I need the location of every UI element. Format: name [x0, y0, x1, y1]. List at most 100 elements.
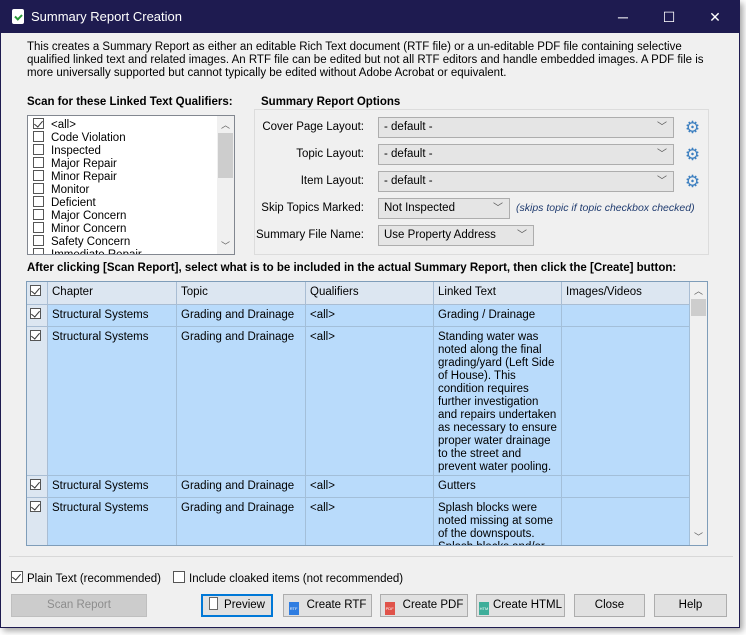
- chevron-down-icon: ﹀: [657, 122, 667, 133]
- checkbox-icon: [33, 170, 44, 181]
- qualifier-item[interactable]: Immediate Repair: [33, 248, 142, 255]
- cover-layout-value: - default -: [384, 121, 433, 133]
- checkbox-icon: [33, 209, 44, 220]
- column-header[interactable]: Chapter: [48, 282, 177, 305]
- qualifier-label: Minor Repair: [51, 171, 117, 183]
- qualifier-item[interactable]: Major Repair: [33, 157, 117, 170]
- row-checkbox[interactable]: [27, 498, 48, 545]
- html-file-icon: HTM: [478, 602, 489, 615]
- preview-button[interactable]: Preview: [201, 594, 273, 617]
- checkbox-icon: [30, 501, 41, 512]
- checkbox-icon: [33, 235, 44, 246]
- create-pdf-button[interactable]: PDF Create PDF: [380, 594, 468, 617]
- column-header[interactable]: Qualifiers: [306, 282, 434, 305]
- footer-separator: [9, 556, 733, 557]
- qualifier-label: Deficient: [51, 197, 96, 209]
- scroll-down-icon[interactable]: ﹀: [217, 239, 234, 252]
- qualifier-item[interactable]: Minor Repair: [33, 170, 117, 183]
- checkbox-icon: [30, 479, 41, 490]
- table-scrollbar[interactable]: ︿ ﹀: [690, 282, 707, 545]
- qualifier-item[interactable]: Minor Concern: [33, 222, 126, 235]
- table-cell-images: [562, 327, 690, 476]
- create-rtf-label: Create RTF: [306, 599, 367, 611]
- plain-text-label: Plain Text (recommended): [27, 573, 162, 585]
- qualifier-item[interactable]: Safety Concern: [33, 235, 130, 248]
- table-cell-chapter: Structural Systems: [48, 476, 177, 498]
- scroll-down-icon[interactable]: ﹀: [690, 530, 707, 543]
- qualifier-label: Safety Concern: [51, 236, 131, 248]
- window-title: Summary Report Creation: [31, 9, 182, 24]
- scroll-up-icon[interactable]: ︿: [217, 118, 234, 131]
- preview-icon: [209, 597, 219, 610]
- qualifier-label: Immediate Repair: [51, 249, 142, 255]
- table-cell-topic: Grading and Drainage: [177, 327, 306, 476]
- table-cell-images: [562, 305, 690, 327]
- qualifier-item[interactable]: Major Concern: [33, 209, 126, 222]
- table-cell-topic: Grading and Drainage: [177, 498, 306, 545]
- item-layout-select[interactable]: - default - ﹀: [378, 171, 674, 192]
- title-bar[interactable]: Summary Report Creation ─ ☐ ✕: [1, 1, 739, 33]
- table-cell-chapter: Structural Systems: [48, 327, 177, 476]
- close-window-button[interactable]: ✕: [692, 1, 738, 33]
- qualifiers-list[interactable]: Immediate Repair Safety Concern Minor Conc…: [27, 115, 235, 255]
- chevron-down-icon: ﹀: [517, 230, 527, 241]
- cover-layout-label: Cover Page Layout:: [262, 121, 364, 133]
- table-cell-chapter: Structural Systems: [48, 498, 177, 545]
- item-gear-icon[interactable]: ⚙: [684, 173, 701, 190]
- qualifier-item[interactable]: <all>: [33, 118, 76, 131]
- qualifier-item[interactable]: Code Violation: [33, 131, 126, 144]
- topic-gear-icon[interactable]: ⚙: [684, 146, 701, 163]
- column-header[interactable]: Topic: [177, 282, 306, 305]
- plain-text-checkbox[interactable]: Plain Text (recommended): [11, 571, 161, 585]
- checkbox-icon: [30, 308, 41, 319]
- table-cell-text: Gutters: [434, 476, 562, 498]
- close-button[interactable]: Close: [574, 594, 645, 617]
- checkbox-icon: [33, 222, 44, 233]
- qualifiers-scrollbar[interactable]: ︿ ﹀: [217, 116, 234, 254]
- row-checkbox[interactable]: [27, 476, 48, 498]
- qualifier-label: Monitor: [51, 184, 90, 196]
- row-checkbox[interactable]: [27, 327, 48, 476]
- minimize-button[interactable]: ─: [600, 1, 646, 33]
- results-table: Splash blocks were noted missing at some…: [26, 281, 708, 546]
- scan-report-button[interactable]: Scan Report: [11, 594, 147, 617]
- scroll-thumb[interactable]: [691, 299, 706, 316]
- select-all-checkbox[interactable]: [27, 282, 48, 305]
- column-header[interactable]: Images/Videos: [562, 282, 690, 305]
- qualifier-label: Inspected: [51, 145, 101, 157]
- qualifier-item[interactable]: Monitor: [33, 183, 89, 196]
- cloaked-items-label: Include cloaked items (not recommended): [189, 573, 404, 585]
- help-button[interactable]: Help: [654, 594, 727, 617]
- qualifier-item[interactable]: Inspected: [33, 144, 101, 157]
- description-text: This creates a Summary Report as either …: [27, 41, 704, 79]
- rtf-file-icon: RTF: [288, 602, 299, 615]
- skip-topics-value: Not Inspected: [384, 202, 455, 214]
- summary-filename-select[interactable]: Use Property Address ﹀: [378, 225, 534, 246]
- scroll-thumb[interactable]: [218, 133, 233, 178]
- cover-layout-select[interactable]: - default - ﹀: [378, 117, 674, 138]
- qualifier-label: Major Concern: [51, 210, 127, 222]
- table-cell-qualifiers: <all>: [306, 305, 434, 327]
- maximize-button[interactable]: ☐: [646, 1, 692, 33]
- checkbox-icon: [33, 196, 44, 207]
- item-layout-value: - default -: [384, 175, 433, 187]
- create-html-button[interactable]: HTM Create HTML: [476, 594, 565, 617]
- checkbox-icon: [33, 118, 44, 129]
- cloaked-items-checkbox[interactable]: Include cloaked items (not recommended): [173, 571, 403, 585]
- chevron-down-icon: ﹀: [657, 176, 667, 187]
- skip-topics-hint: (skips topic if topic checkbox checked): [516, 202, 695, 214]
- topic-layout-label: Topic Layout:: [296, 148, 364, 160]
- table-cell-images: [562, 476, 690, 498]
- topic-layout-value: - default -: [384, 148, 433, 160]
- create-rtf-button[interactable]: RTF Create RTF: [283, 594, 372, 617]
- cover-gear-icon[interactable]: ⚙: [684, 119, 701, 136]
- qualifier-item[interactable]: Deficient: [33, 196, 96, 209]
- table-cell-qualifiers: <all>: [306, 476, 434, 498]
- row-checkbox[interactable]: [27, 305, 48, 327]
- chevron-down-icon: ﹀: [657, 149, 667, 160]
- topic-layout-select[interactable]: - default - ﹀: [378, 144, 674, 165]
- scroll-up-icon[interactable]: ︿: [690, 284, 707, 297]
- checkbox-icon: [33, 157, 44, 168]
- skip-topics-select[interactable]: Not Inspected ﹀: [378, 198, 510, 219]
- column-header[interactable]: Linked Text: [434, 282, 562, 305]
